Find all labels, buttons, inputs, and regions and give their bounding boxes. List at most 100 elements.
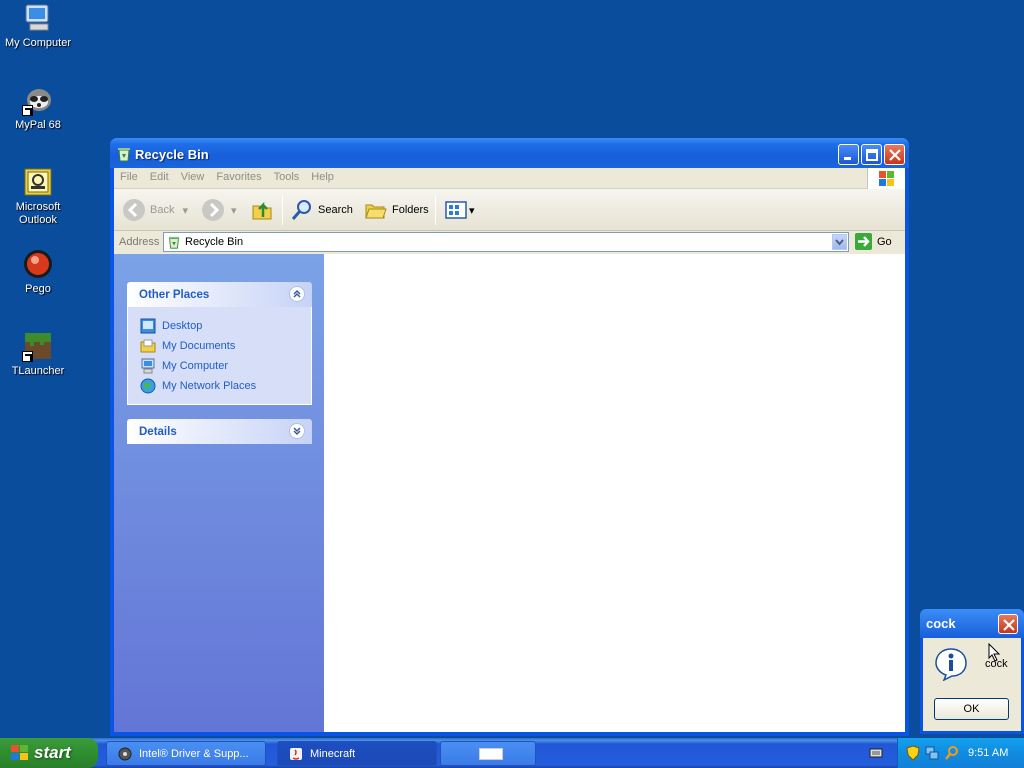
place-link-label: Desktop [162, 320, 203, 332]
other-places-title: Other Places [139, 289, 210, 301]
views-icon [445, 201, 467, 219]
folders-button[interactable]: Folders [364, 197, 429, 223]
message-box-titlebar[interactable]: cock [920, 609, 1024, 638]
chevron-down-icon [835, 239, 844, 246]
search-button[interactable]: Search [290, 197, 353, 223]
place-link-my-computer[interactable]: My Computer [140, 356, 311, 376]
minimize-button[interactable] [838, 144, 859, 165]
place-link-my-network-places[interactable]: My Network Places [140, 376, 311, 396]
pego-icon [22, 248, 54, 280]
computer-icon [22, 2, 54, 34]
details-title: Details [139, 426, 177, 438]
menu-help[interactable]: Help [305, 168, 340, 183]
desktop-icon-outlook[interactable]: Microsoft Outlook [0, 166, 76, 227]
desktop-icon-mypal[interactable]: MyPal 68 [0, 84, 76, 132]
windows-flag-icon [10, 744, 30, 767]
collapse-chevron-icon[interactable] [289, 286, 305, 302]
standard-toolbar: Back ▾ ▾ Search Folders ▾ [114, 189, 905, 231]
windows-logo-icon [867, 168, 905, 189]
forward-arrow-icon [202, 199, 224, 221]
place-link-label: My Documents [162, 340, 236, 352]
folders-icon [365, 204, 387, 219]
start-label: start [34, 743, 71, 762]
details-panel: Details [127, 419, 312, 444]
message-box-close-button[interactable] [998, 614, 1018, 634]
grass-block-icon [22, 330, 54, 362]
start-button[interactable]: start [0, 738, 98, 768]
address-value: Recycle Bin [185, 236, 244, 248]
message-box: cock cock OK [920, 609, 1024, 734]
taskbar-item-intel-driver[interactable]: Intel® Driver & Supp... [106, 741, 266, 766]
back-label: Back [150, 204, 175, 216]
desktop-icon-label: My Computer [4, 37, 72, 49]
desktop-icon [140, 318, 156, 334]
desktop-icon-pego[interactable]: Pego [0, 248, 76, 296]
info-icon [934, 647, 968, 684]
taskbar-item-untitled[interactable] [440, 741, 536, 766]
forward-button[interactable]: ▾ [201, 197, 237, 223]
menu-edit[interactable]: Edit [144, 168, 175, 183]
address-dropdown-button[interactable] [832, 234, 847, 250]
menu-view[interactable]: View [175, 168, 211, 183]
up-folder-icon [252, 201, 272, 220]
outlook-icon [22, 166, 54, 198]
go-button[interactable]: Go [854, 232, 892, 251]
place-link-label: My Network Places [162, 380, 257, 392]
window-title: Recycle Bin [135, 147, 209, 162]
place-link-desktop[interactable]: Desktop [140, 316, 311, 336]
toolbar-separator [282, 195, 283, 225]
intel-driver-icon [118, 747, 132, 760]
keyboard-icon[interactable] [869, 747, 883, 762]
computer-icon [141, 358, 155, 374]
other-places-header[interactable]: Other Places [127, 282, 312, 307]
blank-window-icon [479, 747, 503, 760]
shortcut-arrow-icon [22, 351, 33, 362]
mouse-cursor-icon [988, 642, 1001, 665]
menu-file[interactable]: File [114, 168, 144, 183]
taskbar: start Intel® Driver & Supp... Minecraft … [0, 738, 1024, 768]
folders-label: Folders [392, 204, 429, 216]
clock[interactable]: 9:51 AM [968, 747, 1008, 759]
chevron-down-icon[interactable]: ▾ [182, 204, 188, 217]
views-button[interactable]: ▾ [444, 197, 475, 223]
menu-favorites[interactable]: Favorites [210, 168, 267, 183]
address-label: Address [119, 236, 160, 248]
up-folder-button[interactable] [250, 197, 274, 223]
taskbar-item-minecraft[interactable]: Minecraft [277, 741, 437, 766]
ok-button[interactable]: OK [934, 698, 1009, 720]
security-shield-icon[interactable] [906, 745, 920, 764]
other-places-body: Desktop My Documents My Computer My Netw… [127, 307, 312, 405]
taskbar-item-label: Intel® Driver & Supp... [139, 747, 249, 760]
documents-folder-icon [140, 339, 156, 353]
expand-chevron-icon[interactable] [289, 423, 305, 439]
recycle-bin-icon [167, 235, 181, 252]
desktop-icon-label: Pego [25, 283, 51, 295]
taskbar-item-label: Minecraft [310, 747, 356, 760]
shortcut-arrow-icon [22, 105, 33, 116]
place-link-my-documents[interactable]: My Documents [140, 336, 311, 356]
menu-tools[interactable]: Tools [268, 168, 306, 183]
task-pane: Other Places Desktop My Documents My Com… [114, 254, 324, 732]
message-box-title: cock [926, 616, 956, 631]
desktop-icon-tlauncher[interactable]: TLauncher [0, 330, 76, 378]
toolbar-separator [435, 195, 436, 225]
menu-bar: File Edit View Favorites Tools Help [114, 168, 905, 189]
network-icon[interactable] [924, 745, 940, 764]
message-box-body: cock OK [923, 638, 1021, 731]
search-icon[interactable] [944, 745, 960, 764]
go-label: Go [877, 235, 892, 248]
maximize-button[interactable] [861, 144, 882, 165]
chevron-down-icon[interactable]: ▾ [231, 204, 237, 217]
desktop-icon-label: MyPal 68 [15, 119, 61, 131]
window-titlebar[interactable]: Recycle Bin [110, 138, 909, 168]
chevron-down-icon[interactable]: ▾ [469, 204, 475, 217]
desktop-icon-label: Microsoft Outlook [15, 201, 61, 226]
place-link-label: My Computer [162, 360, 229, 372]
close-button[interactable] [884, 144, 905, 165]
desktop-icon-my-computer[interactable]: My Computer [0, 2, 76, 50]
details-header[interactable]: Details [127, 419, 312, 444]
address-field[interactable]: Recycle Bin [163, 232, 849, 252]
raccoon-icon [22, 84, 54, 116]
java-icon [290, 747, 302, 760]
back-button[interactable]: Back ▾ [122, 197, 188, 223]
